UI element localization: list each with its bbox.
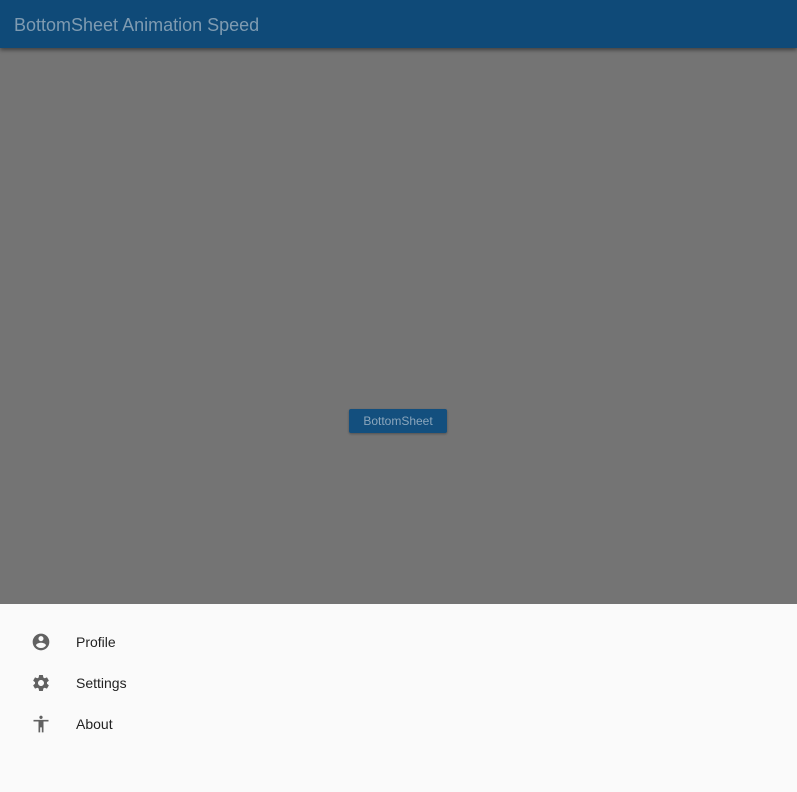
- app-window: BottomSheet Animation Speed BottomSheet …: [0, 0, 797, 792]
- app-bar-title: BottomSheet Animation Speed: [14, 15, 260, 35]
- bottom-sheet-list: Profile Settings About: [0, 622, 797, 745]
- sheet-item-label: Profile: [76, 634, 116, 650]
- app-bar: BottomSheet Animation Speed: [0, 0, 797, 48]
- modal-scrim[interactable]: [0, 48, 797, 604]
- bottom-sheet: Profile Settings About: [0, 604, 797, 792]
- bottomsheet-button[interactable]: BottomSheet: [349, 409, 447, 433]
- sheet-item-profile[interactable]: Profile: [0, 622, 797, 663]
- sheet-item-label: Settings: [76, 675, 127, 691]
- sheet-item-label: About: [76, 716, 113, 732]
- accessibility-icon: [31, 714, 51, 734]
- gear-icon: [31, 673, 51, 693]
- sheet-item-about[interactable]: About: [0, 704, 797, 745]
- account-circle-icon: [31, 632, 51, 652]
- sheet-item-settings[interactable]: Settings: [0, 663, 797, 704]
